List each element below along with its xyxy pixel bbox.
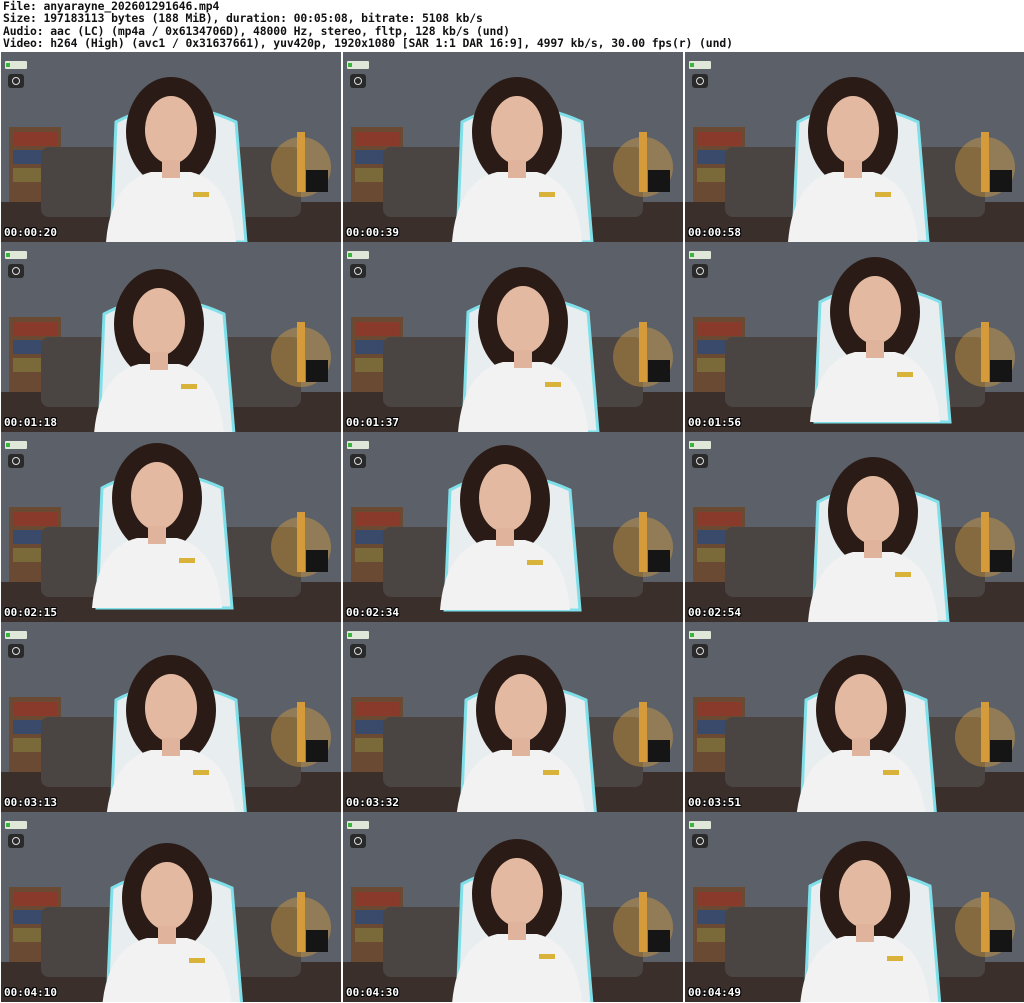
video-thumbnail[interactable]: 00:03:32: [343, 622, 683, 812]
thumbnail-timestamp: 00:04:49: [688, 986, 741, 999]
video-info-line: Video: h264 (High) (avc1 / 0x31637661), …: [3, 36, 733, 51]
thumbnail-scene: [343, 242, 683, 432]
watermark-logo-icon: [347, 814, 369, 850]
thumbnail-scene: [343, 52, 683, 242]
video-thumbnail[interactable]: 00:01:56: [685, 242, 1024, 432]
watermark-logo-icon: [347, 54, 369, 90]
thumbnail-timestamp: 00:04:10: [4, 986, 57, 999]
thumbnail-timestamp: 00:03:32: [346, 796, 399, 809]
thumbnail-timestamp: 00:02:34: [346, 606, 399, 619]
watermark-logo-icon: [689, 54, 711, 90]
video-thumbnail[interactable]: 00:00:58: [685, 52, 1024, 242]
thumbnail-scene: [685, 622, 1024, 812]
watermark-logo-icon: [347, 624, 369, 660]
video-thumbnail[interactable]: 00:01:37: [343, 242, 683, 432]
thumbnail-scene: [343, 622, 683, 812]
thumbnail-timestamp: 00:00:20: [4, 226, 57, 239]
thumbnail-timestamp: 00:00:39: [346, 226, 399, 239]
file-info-header: File: anyarayne_202601291646.mp4 Size: 1…: [0, 0, 1024, 52]
video-thumbnail[interactable]: 00:02:54: [685, 432, 1024, 622]
thumbnail-scene: [1, 812, 341, 1002]
watermark-logo-icon: [5, 814, 27, 850]
thumbnail-timestamp: 00:02:15: [4, 606, 57, 619]
thumbnail-timestamp: 00:01:37: [346, 416, 399, 429]
video-thumbnail[interactable]: 00:00:20: [1, 52, 341, 242]
thumbnail-timestamp: 00:03:51: [688, 796, 741, 809]
thumbnail-timestamp: 00:03:13: [4, 796, 57, 809]
video-thumbnail[interactable]: 00:03:13: [1, 622, 341, 812]
video-thumbnail[interactable]: 00:04:49: [685, 812, 1024, 1002]
thumbnail-scene: [1, 242, 341, 432]
thumbnail-timestamp: 00:00:58: [688, 226, 741, 239]
thumbnail-timestamp: 00:02:54: [688, 606, 741, 619]
thumbnail-timestamp: 00:01:18: [4, 416, 57, 429]
thumbnail-scene: [1, 432, 341, 622]
size-duration-line: Size: 197183113 bytes (188 MiB), duratio…: [3, 11, 483, 26]
thumbnail-grid: 00:00:20 00:00:39 00:00:58 00:01:18 00:0…: [0, 52, 1024, 1003]
video-thumbnail[interactable]: 00:02:34: [343, 432, 683, 622]
watermark-logo-icon: [689, 624, 711, 660]
watermark-logo-icon: [347, 434, 369, 470]
video-thumbnail[interactable]: 00:04:30: [343, 812, 683, 1002]
thumbnail-scene: [685, 52, 1024, 242]
thumbnail-timestamp: 00:04:30: [346, 986, 399, 999]
thumbnail-scene: [1, 622, 341, 812]
watermark-logo-icon: [5, 434, 27, 470]
thumbnail-scene: [343, 812, 683, 1002]
watermark-logo-icon: [689, 814, 711, 850]
watermark-logo-icon: [5, 244, 27, 280]
thumbnail-scene: [343, 432, 683, 622]
thumbnail-scene: [685, 812, 1024, 1002]
thumbnail-timestamp: 00:01:56: [688, 416, 741, 429]
video-thumbnail[interactable]: 00:04:10: [1, 812, 341, 1002]
watermark-logo-icon: [689, 244, 711, 280]
thumbnail-scene: [685, 242, 1024, 432]
video-thumbnail[interactable]: 00:01:18: [1, 242, 341, 432]
watermark-logo-icon: [347, 244, 369, 280]
video-thumbnail[interactable]: 00:02:15: [1, 432, 341, 622]
watermark-logo-icon: [689, 434, 711, 470]
video-thumbnail[interactable]: 00:00:39: [343, 52, 683, 242]
thumbnail-scene: [1, 52, 341, 242]
video-thumbnail[interactable]: 00:03:51: [685, 622, 1024, 812]
thumbnail-scene: [685, 432, 1024, 622]
watermark-logo-icon: [5, 54, 27, 90]
watermark-logo-icon: [5, 624, 27, 660]
